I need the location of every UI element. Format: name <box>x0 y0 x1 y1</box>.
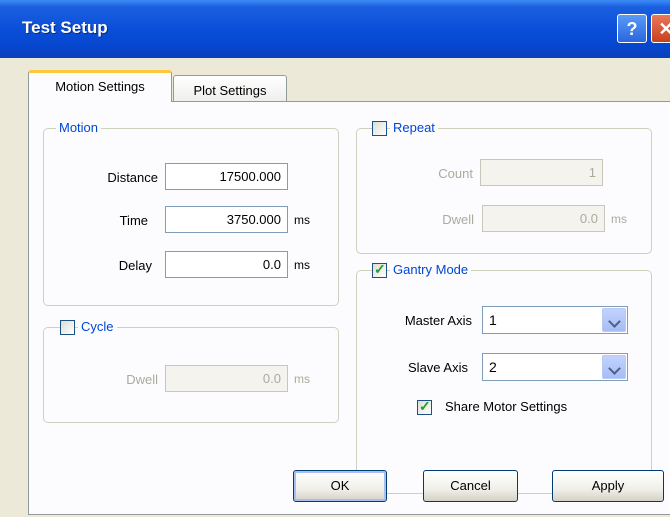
delay-input[interactable]: 0.0 <box>165 251 288 278</box>
help-icon: ? <box>626 19 638 39</box>
count-label: Count <box>438 166 473 181</box>
gantry-checkbox[interactable]: ✓ <box>372 261 387 278</box>
repeat-dwell-unit: ms <box>611 212 627 226</box>
cancel-button[interactable]: Cancel <box>423 470 518 502</box>
dialog-window: Test Setup ? ✕ Motion Settings Plot Sett… <box>0 0 670 517</box>
motion-group-label: Motion <box>56 120 102 135</box>
chevron-down-icon[interactable] <box>602 308 626 332</box>
repeat-checkbox[interactable] <box>372 121 387 136</box>
close-icon: ✕ <box>658 19 670 39</box>
cycle-checkbox[interactable] <box>60 320 75 335</box>
cycle-dwell-unit: ms <box>294 372 310 386</box>
share-motor-check-icon: ✓ <box>419 398 431 414</box>
gantry-group: ✓ Gantry Mode Master Axis 1 Slave Axis 2… <box>356 261 652 494</box>
repeat-group: Repeat Count 1 Dwell 0.0 ms <box>356 120 652 254</box>
cycle-label: Cycle <box>78 319 117 334</box>
share-motor-checkbox[interactable]: ✓ <box>417 398 432 415</box>
master-axis-select[interactable]: 1 <box>482 306 628 334</box>
slave-axis-label: Slave Axis <box>408 360 468 375</box>
distance-input[interactable]: 17500.000 <box>165 163 288 190</box>
repeat-dwell-label: Dwell <box>442 212 474 227</box>
apply-button[interactable]: Apply <box>552 470 664 502</box>
gantry-check-icon: ✓ <box>374 261 386 277</box>
window-title: Test Setup <box>22 18 108 37</box>
repeat-dwell-input[interactable]: 0.0 <box>482 205 605 232</box>
master-axis-value: 1 <box>489 312 497 328</box>
close-button[interactable]: ✕ <box>651 14 670 43</box>
chevron-down-icon[interactable] <box>602 355 626 379</box>
tab-panel: Motion Distance 17500.000 Time 3750.000 … <box>28 101 670 515</box>
client-area: Motion Settings Plot Settings Motion Dis… <box>10 58 670 517</box>
motion-group: Motion Distance 17500.000 Time 3750.000 … <box>43 120 339 306</box>
master-axis-label: Master Axis <box>404 313 472 328</box>
time-input[interactable]: 3750.000 <box>165 206 288 233</box>
slave-axis-value: 2 <box>489 359 497 375</box>
title-bar[interactable]: Test Setup ? ✕ <box>0 0 670 58</box>
ok-button[interactable]: OK <box>293 470 387 502</box>
tab-motion-settings[interactable]: Motion Settings <box>28 70 172 102</box>
slave-axis-select[interactable]: 2 <box>482 353 628 381</box>
distance-label: Distance <box>107 170 158 185</box>
help-button[interactable]: ? <box>617 14 647 43</box>
time-unit: ms <box>294 213 310 227</box>
delay-label: Delay <box>118 258 152 273</box>
cycle-dwell-label: Dwell <box>126 372 158 387</box>
delay-unit: ms <box>294 258 310 272</box>
repeat-label: Repeat <box>390 120 438 135</box>
time-label: Time <box>119 213 148 228</box>
count-input[interactable]: 1 <box>480 159 603 186</box>
share-motor-label: Share Motor Settings <box>445 399 568 414</box>
cycle-dwell-input[interactable]: 0.0 <box>165 365 288 392</box>
gantry-label: Gantry Mode <box>390 262 472 277</box>
cycle-group: Cycle Dwell 0.0 ms <box>43 319 339 423</box>
